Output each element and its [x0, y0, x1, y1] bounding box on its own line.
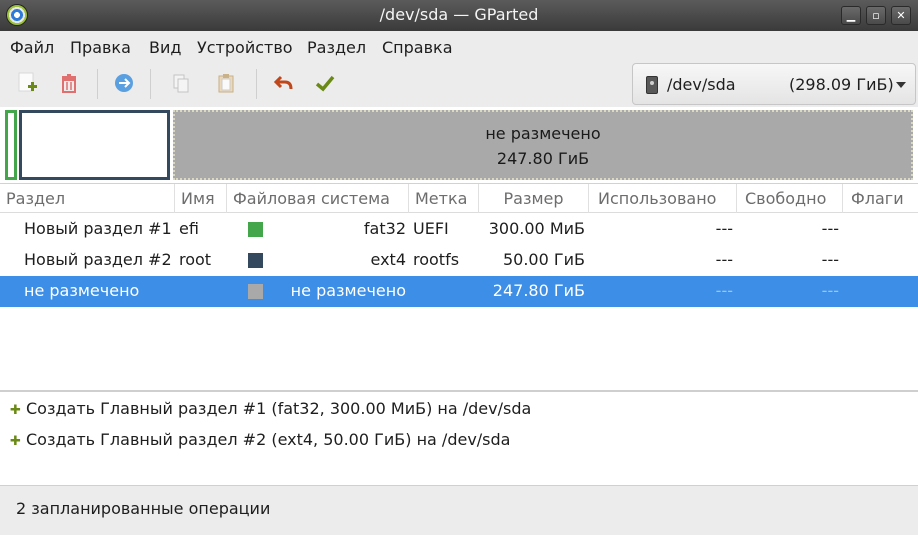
status-text: 2 запланированные операции [16, 499, 271, 518]
filesystem-color-swatch [248, 253, 263, 268]
cell-partition: Новый раздел #2 [24, 250, 172, 269]
filesystem-color-swatch [248, 284, 263, 299]
cell-label: UEFI [413, 219, 449, 238]
column-header-partition[interactable]: Раздел [0, 184, 175, 213]
operation-text: Создать Главный раздел #2 (ext4, 50.00 Г… [26, 430, 511, 449]
disk-segment-unallocated[interactable]: не размечено 247.80 ГиБ [173, 110, 913, 180]
column-header-flags[interactable]: Флаги [843, 184, 918, 213]
cell-partition: Новый раздел #1 [24, 219, 172, 238]
column-header-size[interactable]: Размер [479, 184, 589, 213]
table-row[interactable]: Новый раздел #2 root ext4 rootfs 50.00 Г… [0, 245, 918, 276]
harddisk-icon [646, 76, 658, 94]
toolbar-separator [150, 69, 151, 99]
menu-partition[interactable]: Раздел [307, 38, 366, 57]
trash-icon [62, 74, 76, 93]
cell-size: 247.80 ГиБ [492, 281, 585, 300]
copy-icon [173, 74, 189, 93]
cell-free: --- [821, 250, 839, 269]
plus-icon: ✚ [10, 403, 21, 418]
close-button[interactable]: ✕ [891, 6, 911, 25]
operation-text: Создать Главный раздел #1 (fat32, 300.00… [26, 399, 532, 418]
paste-button[interactable] [210, 67, 242, 99]
copy-button[interactable] [165, 67, 197, 99]
cell-name: root [179, 250, 212, 269]
plus-icon: ✚ [10, 434, 21, 449]
device-name: /dev/sda [667, 75, 736, 94]
minimize-button[interactable]: ▁ [841, 6, 861, 25]
column-header-used[interactable]: Использовано [589, 184, 737, 213]
checkmark-icon [315, 75, 335, 92]
cell-free: --- [821, 219, 839, 238]
menu-bar: Файл Правка Вид Устройство Раздел Справк… [0, 31, 918, 61]
list-item[interactable]: ✚ Создать Главный раздел #1 (fat32, 300.0… [10, 399, 531, 418]
cell-free: --- [821, 281, 839, 300]
disk-segment-root[interactable] [19, 110, 170, 180]
disk-segment-efi[interactable] [5, 110, 17, 180]
partition-table: Раздел Имя Файловая система Метка Размер… [0, 183, 918, 390]
resize-move-button[interactable] [108, 67, 140, 99]
new-partition-icon [18, 72, 37, 92]
list-item[interactable]: ✚ Создать Главный раздел #2 (ext4, 50.00 … [10, 430, 510, 449]
menu-device[interactable]: Устройство [197, 38, 293, 57]
column-header-name[interactable]: Имя [175, 184, 227, 213]
column-header-filesystem[interactable]: Файловая система [227, 184, 409, 213]
cell-filesystem: не размечено [290, 281, 406, 300]
cell-filesystem: fat32 [363, 219, 406, 238]
cell-size: 50.00 ГиБ [502, 250, 585, 269]
menu-help[interactable]: Справка [382, 38, 453, 57]
table-row-selected[interactable]: не размечено не размечено 247.80 ГиБ ---… [0, 276, 918, 307]
window-title: /dev/sda — GParted [379, 5, 539, 24]
unallocated-size: 247.80 ГиБ [496, 149, 590, 168]
table-row[interactable]: Новый раздел #1 efi fat32 UEFI 300.00 Ми… [0, 214, 918, 245]
cell-used: --- [715, 219, 733, 238]
maximize-button[interactable]: ▫ [866, 6, 886, 25]
column-header-free[interactable]: Свободно [737, 184, 843, 213]
menu-file[interactable]: Файл [10, 38, 54, 57]
cell-filesystem: ext4 [370, 250, 406, 269]
undo-icon [273, 75, 293, 90]
new-partition-button[interactable] [12, 67, 44, 99]
toolbar-separator [97, 69, 98, 99]
cell-label: rootfs [413, 250, 460, 269]
chevron-down-icon [896, 82, 906, 88]
menu-edit[interactable]: Правка [70, 38, 131, 57]
filesystem-color-swatch [248, 222, 263, 237]
apply-button[interactable] [309, 67, 341, 99]
toolbar-separator [256, 69, 257, 99]
menu-view[interactable]: Вид [149, 38, 181, 57]
disk-graph: не размечено 247.80 ГиБ [0, 107, 918, 183]
device-size: (298.09 ГиБ) [789, 75, 894, 94]
paste-icon [218, 74, 234, 93]
cell-used: --- [715, 250, 733, 269]
cell-used: --- [715, 281, 733, 300]
delete-partition-button[interactable] [53, 67, 85, 99]
status-bar: 2 запланированные операции [0, 485, 918, 535]
device-selector[interactable]: /dev/sda (298.09 ГиБ) [632, 63, 916, 105]
unallocated-label: не размечено [485, 124, 601, 143]
cell-name: efi [179, 219, 199, 238]
toolbar: /dev/sda (298.09 ГиБ) [0, 61, 918, 107]
undo-button[interactable] [268, 67, 300, 99]
cell-size: 300.00 МиБ [488, 219, 585, 238]
title-bar: /dev/sda — GParted ▁ ▫ ✕ [0, 0, 918, 31]
pending-operations-list: ✚ Создать Главный раздел #1 (fat32, 300.0… [0, 390, 918, 485]
cell-partition: не размечено [24, 281, 140, 300]
table-header: Раздел Имя Файловая система Метка Размер… [0, 184, 918, 213]
resize-arrow-icon [115, 74, 133, 92]
column-header-label[interactable]: Метка [409, 184, 479, 213]
